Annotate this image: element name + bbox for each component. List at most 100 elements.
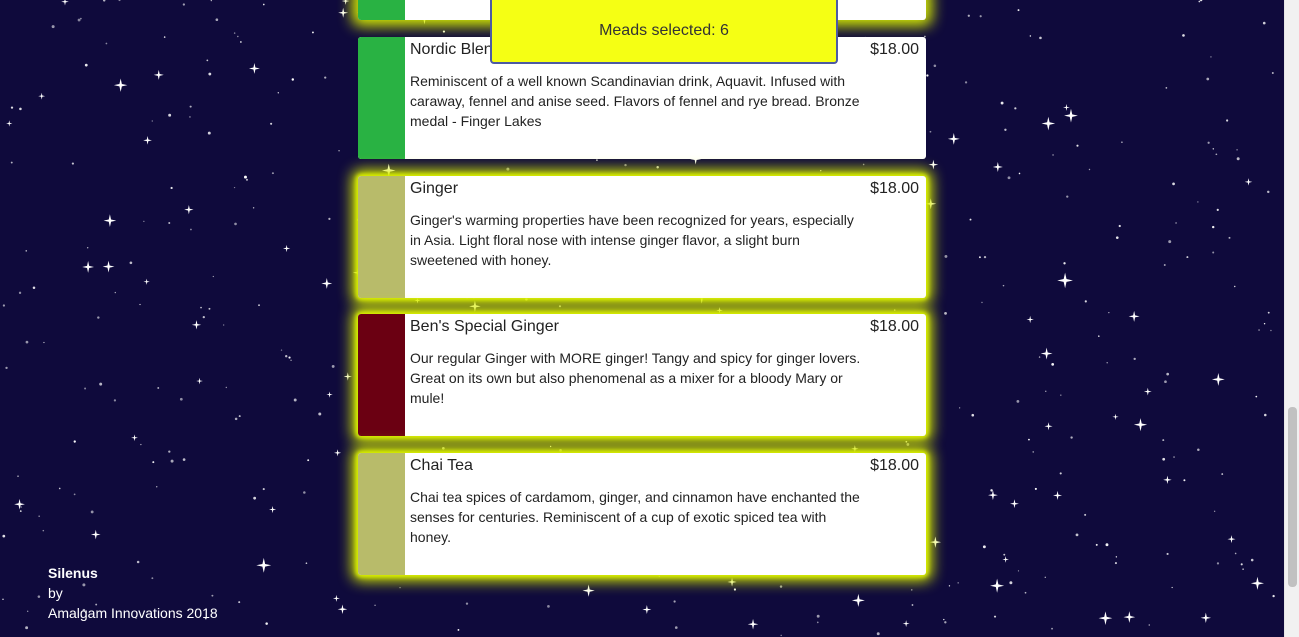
star-sparkle: [1250, 576, 1265, 590]
star-sparkle: [1211, 373, 1225, 386]
star-dot: [237, 35, 239, 38]
star-dot: [1182, 34, 1185, 37]
star-dot: [1106, 362, 1108, 364]
star-dot: [1066, 195, 1069, 198]
footer-credit: Silenus by Amalgam Innovations 2018: [48, 563, 218, 623]
star-dot: [25, 250, 28, 252]
star-dot: [911, 604, 914, 606]
star-dot: [906, 443, 910, 446]
mead-name: Chai Tea: [410, 457, 473, 474]
star-dot: [1171, 586, 1173, 589]
star-dot: [1114, 562, 1117, 565]
star-sparkle: [469, 300, 481, 313]
star-dot: [1272, 594, 1275, 598]
star-dot: [1070, 436, 1073, 439]
star-sparkle: [747, 618, 759, 630]
star-dot: [1163, 264, 1166, 266]
star-dot: [944, 254, 948, 258]
star-sparkle: [1053, 490, 1063, 500]
star-sparkle: [332, 594, 340, 602]
mead-price: $18.00: [870, 457, 919, 474]
star-dot: [1059, 472, 1062, 475]
star-dot: [1172, 182, 1175, 186]
star-dot: [1168, 240, 1172, 244]
mead-card-bens-special-ginger[interactable]: Ben's Special Ginger $18.00 Our regular …: [358, 314, 926, 436]
star-dot: [17, 475, 19, 477]
mead-price: $18.00: [870, 41, 919, 58]
star-dot: [73, 493, 76, 496]
star-dot: [1162, 457, 1166, 461]
star-dot: [982, 545, 986, 549]
star-dot: [1105, 543, 1109, 547]
star-dot: [1044, 576, 1046, 578]
star-dot: [442, 446, 445, 450]
star-dot: [1115, 556, 1118, 558]
star-sparkle: [248, 63, 260, 74]
star-sparkle: [992, 161, 1003, 172]
star-dot: [964, 81, 968, 84]
star-dot: [280, 349, 283, 351]
color-swatch: [358, 37, 405, 159]
star-dot: [1028, 438, 1030, 441]
star-dot: [27, 610, 29, 612]
star-dot: [258, 304, 260, 307]
star-dot: [1002, 284, 1005, 287]
star-dot: [1017, 9, 1020, 12]
selection-count-badge: Meads selected: 6: [490, 0, 838, 64]
star-dot: [182, 458, 186, 461]
star-dot: [1206, 77, 1210, 81]
star-dot: [43, 341, 45, 344]
star-dot: [1228, 236, 1231, 239]
star-dot: [80, 17, 82, 20]
star-dot: [525, 298, 528, 301]
star-dot: [1075, 533, 1079, 537]
star-sparkle: [1057, 272, 1073, 289]
star-sparkle: [1026, 315, 1034, 324]
star-dot: [1108, 312, 1110, 314]
star-dot: [948, 585, 951, 587]
star-dot: [200, 306, 202, 309]
star-dot: [876, 632, 880, 636]
star-sparkle: [334, 449, 342, 457]
star-dot: [262, 488, 265, 491]
star-sparkle: [727, 577, 737, 587]
mead-description: Ginger's warming properties have been re…: [410, 212, 854, 268]
star-dot: [1267, 311, 1270, 314]
star-dot: [959, 407, 961, 409]
star-dot: [1234, 285, 1236, 288]
star-dot: [99, 382, 103, 386]
scrollbar-thumb[interactable]: [1288, 407, 1297, 587]
star-dot: [234, 417, 238, 421]
mead-card-ginger[interactable]: Ginger $18.00 Ginger's warming propertie…: [358, 176, 926, 298]
star-sparkle: [1123, 611, 1136, 623]
star-dot: [212, 275, 214, 278]
page-scrollbar[interactable]: [1284, 0, 1299, 637]
star-sparkle: [1112, 413, 1119, 420]
mead-card-chai-tea[interactable]: Chai Tea $18.00 Chai tea spices of carda…: [358, 453, 926, 575]
star-dot: [943, 618, 945, 621]
star-dot: [233, 186, 236, 189]
star-dot: [32, 286, 36, 290]
star-dot: [1215, 153, 1218, 156]
star-sparkle: [343, 372, 352, 381]
star-sparkle: [6, 120, 13, 127]
star-dot: [170, 459, 174, 463]
star-dot: [399, 587, 401, 589]
star-dot: [234, 222, 237, 226]
star-sparkle: [326, 391, 333, 398]
star-dot: [152, 461, 155, 464]
star-dot: [215, 18, 219, 22]
star-dot: [905, 440, 908, 443]
star-dot: [978, 256, 981, 259]
mead-price: $18.00: [870, 318, 919, 335]
star-sparkle: [1200, 612, 1212, 624]
star-dot: [624, 163, 627, 167]
star-dot: [10, 161, 13, 164]
star-dot: [42, 529, 45, 532]
star-dot: [2, 534, 6, 538]
star-dot: [1051, 363, 1055, 366]
color-swatch: [358, 176, 405, 298]
star-dot: [1198, 0, 1201, 3]
star-dot: [303, 491, 306, 494]
star-dot: [157, 386, 160, 389]
